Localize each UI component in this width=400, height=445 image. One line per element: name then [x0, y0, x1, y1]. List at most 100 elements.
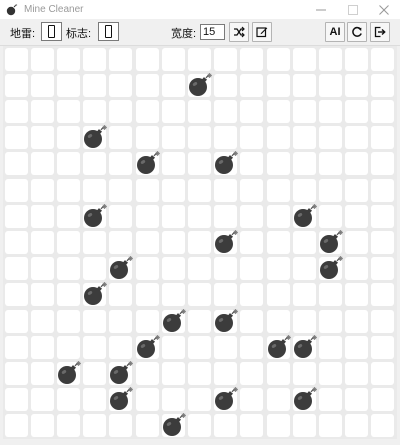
board-cell[interactable]: [109, 309, 133, 333]
board-cell[interactable]: [345, 361, 369, 385]
board-cell[interactable]: [240, 126, 264, 150]
board-cell[interactable]: [56, 388, 80, 412]
board-cell[interactable]: [30, 414, 54, 438]
board-cell[interactable]: [266, 361, 290, 385]
board-cell[interactable]: [318, 126, 342, 150]
board-cell[interactable]: [4, 152, 28, 176]
board-cell[interactable]: [266, 204, 290, 228]
board-cell[interactable]: [371, 99, 395, 123]
board-cell[interactable]: [83, 335, 107, 359]
board-cell[interactable]: [371, 257, 395, 281]
board-cell[interactable]: [30, 152, 54, 176]
board-cell[interactable]: [371, 309, 395, 333]
board-cell[interactable]: [56, 204, 80, 228]
board-cell[interactable]: [371, 178, 395, 202]
board-cell[interactable]: [318, 309, 342, 333]
board-cell[interactable]: [240, 152, 264, 176]
board-cell[interactable]: [345, 152, 369, 176]
board-cell[interactable]: [135, 309, 159, 333]
board-cell[interactable]: [187, 204, 211, 228]
minimize-button[interactable]: [305, 0, 337, 19]
board-cell[interactable]: [292, 73, 316, 97]
board-cell[interactable]: [292, 47, 316, 71]
board-cell[interactable]: [135, 230, 159, 254]
board-cell[interactable]: [266, 388, 290, 412]
board-cell[interactable]: [240, 414, 264, 438]
board-cell[interactable]: [56, 73, 80, 97]
board-cell[interactable]: [56, 257, 80, 281]
board-cell[interactable]: [214, 47, 238, 71]
board-cell[interactable]: [161, 152, 185, 176]
board-cell[interactable]: [240, 230, 264, 254]
board-cell[interactable]: [318, 388, 342, 412]
board-cell[interactable]: [135, 204, 159, 228]
board-cell[interactable]: [109, 204, 133, 228]
board-cell[interactable]: [4, 204, 28, 228]
board-cell[interactable]: [109, 126, 133, 150]
board-cell[interactable]: [345, 414, 369, 438]
board-cell[interactable]: [30, 204, 54, 228]
board-cell[interactable]: [135, 47, 159, 71]
board-cell[interactable]: [135, 283, 159, 307]
board-cell[interactable]: [345, 126, 369, 150]
board-cell[interactable]: [371, 283, 395, 307]
board-cell[interactable]: [371, 361, 395, 385]
board-cell[interactable]: [161, 126, 185, 150]
board-cell[interactable]: [56, 309, 80, 333]
board-cell[interactable]: [109, 99, 133, 123]
board-cell[interactable]: [109, 283, 133, 307]
board-cell[interactable]: [187, 178, 211, 202]
board-cell[interactable]: [161, 99, 185, 123]
board-cell[interactable]: [187, 361, 211, 385]
board-cell[interactable]: [240, 99, 264, 123]
board-cell[interactable]: [4, 309, 28, 333]
board-cell[interactable]: [30, 283, 54, 307]
board-cell[interactable]: [292, 126, 316, 150]
board-cell[interactable]: [345, 283, 369, 307]
board-cell[interactable]: [30, 47, 54, 71]
board-cell[interactable]: [83, 73, 107, 97]
board-cell[interactable]: [30, 335, 54, 359]
board-cell[interactable]: [214, 99, 238, 123]
board-cell[interactable]: [83, 178, 107, 202]
board-cell[interactable]: [318, 204, 342, 228]
board-cell[interactable]: [292, 309, 316, 333]
shuffle-button[interactable]: [229, 22, 249, 42]
board-cell[interactable]: [371, 126, 395, 150]
board-cell[interactable]: [30, 257, 54, 281]
board-cell[interactable]: [345, 230, 369, 254]
board-cell[interactable]: [4, 414, 28, 438]
board-cell[interactable]: [371, 335, 395, 359]
board-cell[interactable]: [240, 257, 264, 281]
board-cell[interactable]: [83, 257, 107, 281]
width-input[interactable]: 15: [200, 24, 225, 40]
board-cell[interactable]: [4, 335, 28, 359]
board-cell[interactable]: [371, 230, 395, 254]
board-cell[interactable]: [187, 126, 211, 150]
board-cell[interactable]: [83, 388, 107, 412]
board-cell[interactable]: [135, 126, 159, 150]
board-cell[interactable]: [161, 204, 185, 228]
board-cell[interactable]: [56, 178, 80, 202]
board-cell[interactable]: [292, 257, 316, 281]
board-cell[interactable]: [109, 335, 133, 359]
board-cell[interactable]: [30, 230, 54, 254]
board-cell[interactable]: [83, 361, 107, 385]
board-cell[interactable]: [135, 388, 159, 412]
board-cell[interactable]: [371, 152, 395, 176]
board-cell[interactable]: [214, 73, 238, 97]
ai-button[interactable]: AI: [325, 22, 345, 42]
board-cell[interactable]: [240, 335, 264, 359]
board-cell[interactable]: [292, 283, 316, 307]
board-cell[interactable]: [240, 361, 264, 385]
board-cell[interactable]: [4, 283, 28, 307]
board-cell[interactable]: [109, 414, 133, 438]
exit-button[interactable]: [370, 22, 390, 42]
board-cell[interactable]: [371, 388, 395, 412]
board-cell[interactable]: [371, 73, 395, 97]
board-cell[interactable]: [292, 414, 316, 438]
board-cell[interactable]: [345, 257, 369, 281]
board-cell[interactable]: [266, 152, 290, 176]
board-cell[interactable]: [161, 283, 185, 307]
board-cell[interactable]: [266, 309, 290, 333]
